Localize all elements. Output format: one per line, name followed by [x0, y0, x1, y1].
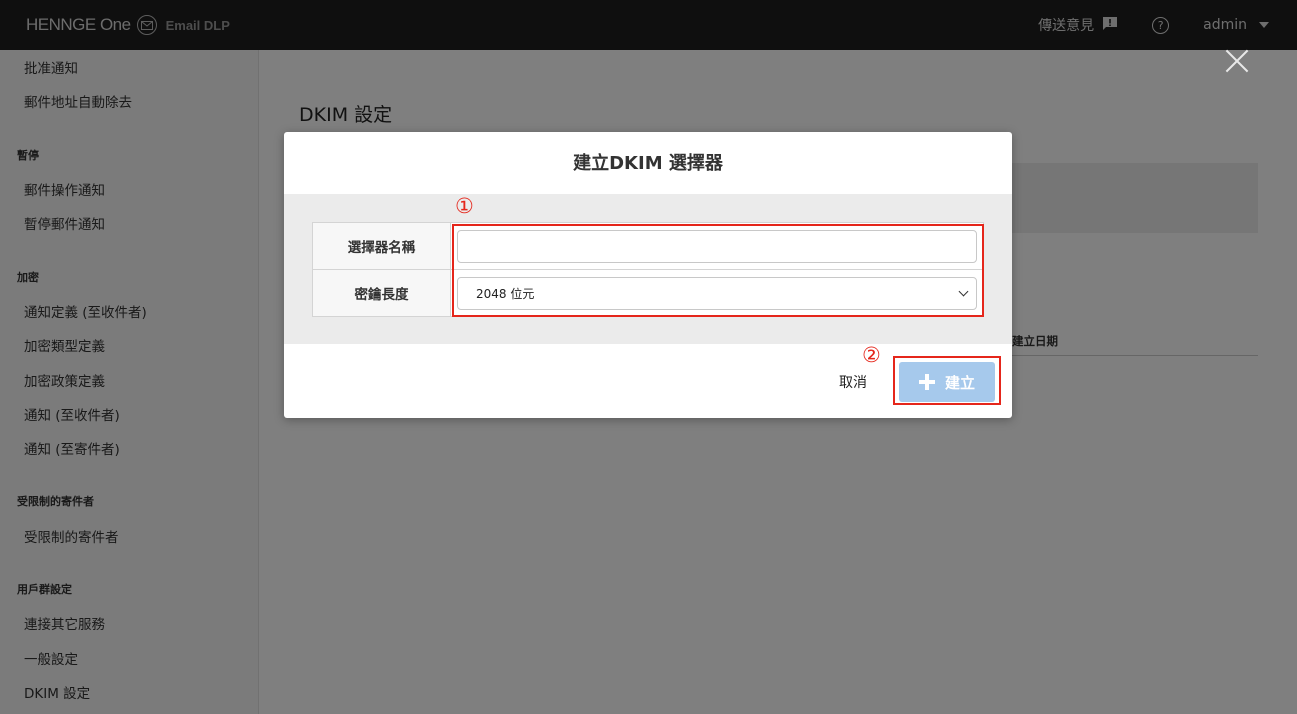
annotation-box-1 [452, 224, 984, 317]
selector-name-label: 選擇器名稱 [312, 222, 451, 270]
cancel-button[interactable]: 取消 [839, 372, 867, 392]
annotation-marker-2: ② [862, 343, 881, 367]
dialog-title: 建立DKIM 選擇器 [573, 153, 723, 174]
key-length-label: 密鑰長度 [312, 269, 451, 317]
close-icon[interactable] [1225, 49, 1249, 73]
annotation-marker-1: ① [455, 194, 474, 218]
annotation-box-2 [893, 356, 1001, 405]
